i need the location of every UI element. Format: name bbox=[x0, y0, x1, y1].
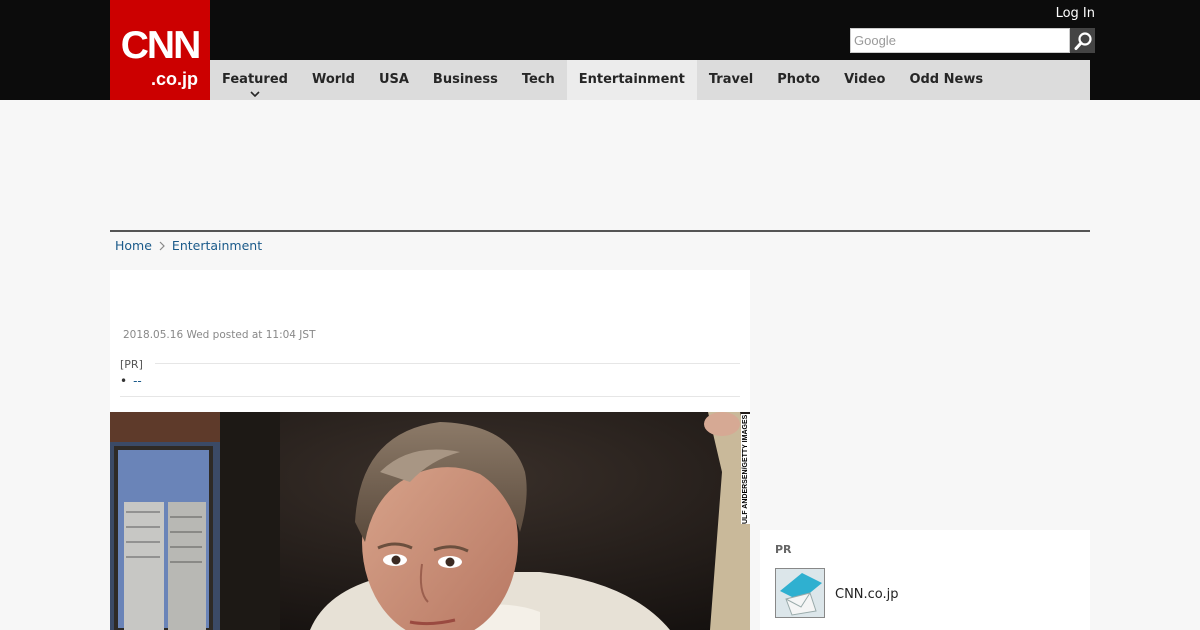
pr-item-title[interactable]: CNN.co.jp bbox=[835, 587, 899, 602]
chevron-down-icon bbox=[250, 91, 260, 97]
breadcrumb-entertainment[interactable]: Entertainment bbox=[172, 238, 262, 253]
nav-item-label: Photo bbox=[777, 72, 821, 87]
nav-item-featured[interactable]: Featured bbox=[210, 60, 300, 100]
article-date: 2018.05.16 Wed posted at 11:04 JST bbox=[123, 329, 316, 341]
nav-item-travel[interactable]: Travel bbox=[697, 60, 765, 100]
nav-item-entertainment[interactable]: Entertainment bbox=[566, 60, 697, 100]
pr-header: PR bbox=[775, 543, 792, 556]
nav-item-label: Business bbox=[432, 72, 498, 87]
article-header-card: 2018.05.16 Wed posted at 11:04 JST [PR] … bbox=[110, 270, 750, 412]
nav-item-tech[interactable]: Tech bbox=[510, 60, 567, 100]
nav-item-label: Entertainment bbox=[578, 72, 685, 87]
nav-item-label: Featured bbox=[222, 72, 288, 87]
nav-item-label: Tech bbox=[521, 72, 555, 87]
nav-item-label: Travel bbox=[708, 72, 754, 87]
photo-credit: ULF ANDERSEN/GETTY IMAGES bbox=[741, 414, 750, 524]
nav-item-usa[interactable]: USA bbox=[367, 60, 421, 100]
portrait-image bbox=[110, 412, 750, 630]
pr-thumbnail[interactable] bbox=[775, 568, 825, 618]
nav-item-label: Video bbox=[844, 72, 886, 87]
nav-item-video[interactable]: Video bbox=[832, 60, 897, 100]
nav-item-label: USA bbox=[378, 72, 409, 87]
main-nav: Featured World USA Business Tech Enterta… bbox=[210, 60, 1090, 100]
logo-domain: .co.jp bbox=[150, 69, 198, 89]
pr-link[interactable]: • -- bbox=[120, 374, 142, 388]
chevron-right-icon bbox=[159, 241, 165, 250]
pr-label: [PR] bbox=[120, 358, 143, 371]
pr-link-text: -- bbox=[133, 374, 142, 388]
search-input[interactable] bbox=[850, 28, 1070, 53]
nav-item-business[interactable]: Business bbox=[421, 60, 510, 100]
nav-item-world[interactable]: World bbox=[300, 60, 367, 100]
nav-item-odd-news[interactable]: Odd News bbox=[897, 60, 995, 100]
cnn-logo[interactable]: CNN .co.jp bbox=[110, 0, 210, 100]
breadcrumb-home[interactable]: Home bbox=[115, 238, 152, 253]
bullet: • bbox=[120, 374, 128, 388]
section-divider bbox=[110, 230, 1090, 232]
login-link[interactable]: Log In bbox=[1056, 6, 1095, 21]
sidebar-pr-box: PR CNN.co.jp bbox=[760, 530, 1090, 630]
divider bbox=[120, 396, 740, 397]
nav-item-label: World bbox=[311, 72, 355, 87]
search-button[interactable] bbox=[1070, 28, 1095, 53]
breadcrumb: Home Entertainment bbox=[115, 238, 262, 253]
divider bbox=[155, 363, 740, 364]
article-photo bbox=[110, 412, 750, 630]
logo-wordmark: CNN bbox=[120, 24, 202, 67]
mail-icon bbox=[776, 569, 824, 617]
nav-item-photo[interactable]: Photo bbox=[765, 60, 832, 100]
magnifier-icon bbox=[1074, 31, 1092, 50]
nav-item-label: Odd News bbox=[909, 72, 984, 87]
